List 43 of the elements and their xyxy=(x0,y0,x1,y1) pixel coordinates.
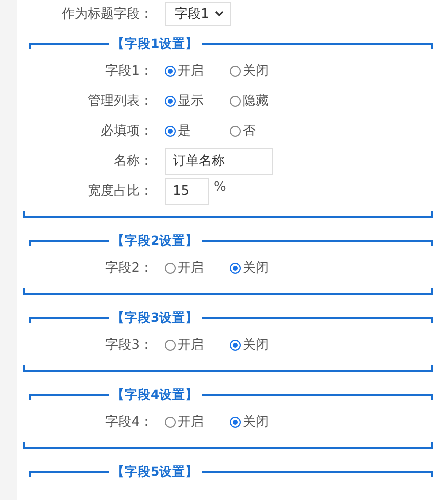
radio-icon[interactable] xyxy=(230,96,241,106)
field-label: 字段1： xyxy=(104,63,153,80)
radio-option[interactable]: 开启 xyxy=(165,259,230,277)
radio-option[interactable]: 否 xyxy=(230,122,295,140)
width-input[interactable]: 15 xyxy=(165,178,209,204)
chevron-down-icon xyxy=(215,11,224,17)
radio-option[interactable]: 关闭 xyxy=(230,336,295,354)
percent-unit: % xyxy=(214,180,226,194)
radio-icon[interactable] xyxy=(165,340,176,350)
radio-option[interactable]: 隐藏 xyxy=(230,92,295,110)
radio-option[interactable]: 关闭 xyxy=(230,62,295,80)
section-title: 【字段2设置】 xyxy=(111,232,200,250)
section-title: 【字段5设置】 xyxy=(111,464,200,480)
field-label: 字段4： xyxy=(104,414,153,431)
field-label: 作为标题字段： xyxy=(61,6,153,23)
radio-option[interactable]: 开启 xyxy=(165,413,230,431)
field-label: 字段2： xyxy=(104,260,153,277)
section-title: 【字段1设置】 xyxy=(111,36,200,52)
field-label: 宽度占比： xyxy=(87,183,153,200)
title-field-select[interactable]: 字段1 xyxy=(165,2,232,26)
radio-icon[interactable] xyxy=(230,66,241,76)
radio-icon[interactable] xyxy=(165,416,176,428)
name-input[interactable]: 订单名称 xyxy=(165,148,273,174)
radio-icon[interactable] xyxy=(230,340,241,350)
field-label: 管理列表： xyxy=(87,93,153,110)
section-title: 【字段3设置】 xyxy=(111,310,200,326)
radio-option[interactable]: 开启 xyxy=(165,62,230,80)
radio-icon[interactable] xyxy=(165,66,176,76)
section-title: 【字段4设置】 xyxy=(111,386,200,404)
field-label: 必填项： xyxy=(100,123,153,140)
field-label: 名称： xyxy=(113,153,153,170)
radio-icon[interactable] xyxy=(230,262,241,274)
radio-option[interactable]: 是 xyxy=(165,122,230,140)
radio-icon[interactable] xyxy=(165,126,176,136)
radio-option[interactable]: 显示 xyxy=(165,92,230,110)
radio-icon[interactable] xyxy=(230,126,241,136)
radio-option[interactable]: 关闭 xyxy=(230,259,295,277)
radio-option[interactable]: 开启 xyxy=(165,336,230,354)
radio-icon[interactable] xyxy=(230,416,241,428)
radio-icon[interactable] xyxy=(165,96,176,106)
field-label: 字段3： xyxy=(104,337,153,354)
radio-option[interactable]: 关闭 xyxy=(230,413,295,431)
radio-icon[interactable] xyxy=(165,262,176,274)
